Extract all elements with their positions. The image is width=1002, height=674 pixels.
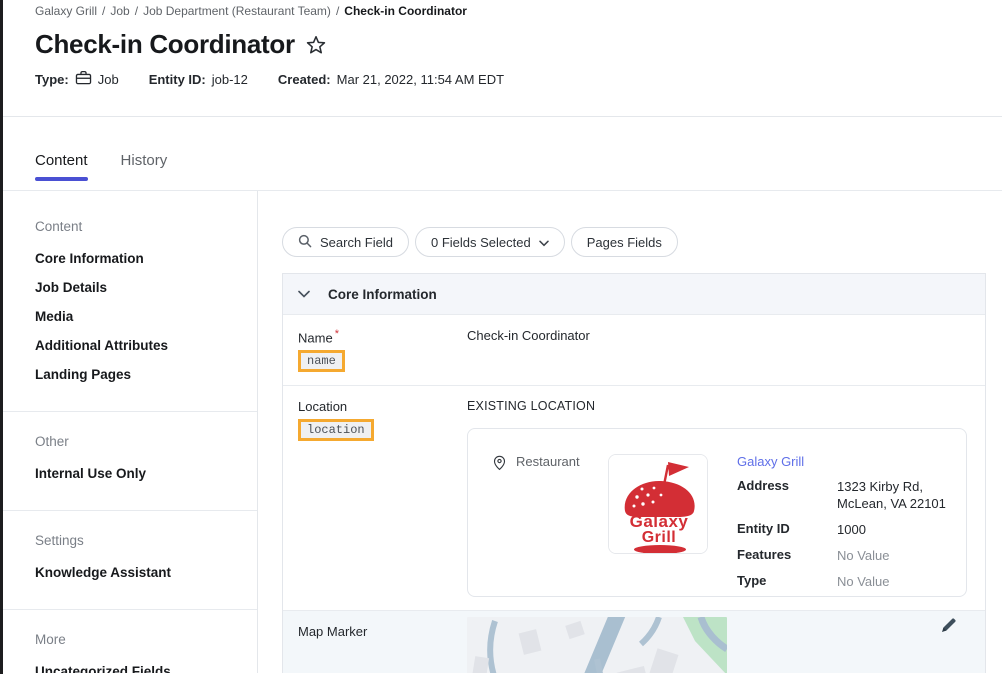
entity-id-value: job-12 [212, 72, 248, 87]
api-name-tag-highlighted: name [298, 350, 345, 372]
chevron-down-icon [539, 235, 549, 250]
field-row-name: Name* name Check-in Coordinator [283, 314, 985, 385]
detail-value-empty: No Value [837, 547, 890, 564]
entity-id-label: Entity ID: [149, 72, 206, 87]
tab-bar: Content History [0, 117, 1002, 191]
core-information-panel: Core Information Name* name Check-in Coo… [282, 273, 986, 673]
map-pin-icon [492, 454, 507, 474]
field-row-map-marker: Map Marker [283, 610, 985, 673]
pencil-icon [940, 622, 957, 637]
detail-row-address: Address 1323 Kirby Rd, McLean, VA 22101 [737, 478, 946, 512]
galaxy-grill-logo: Galaxy Grill [608, 454, 708, 554]
content-main: Search Field 0 Fields Selected Pages Fie… [258, 191, 1002, 673]
created-value: Mar 21, 2022, 11:54 AM EDT [337, 72, 504, 87]
search-icon [298, 234, 312, 251]
detail-label: Type [737, 573, 837, 590]
fields-selected-dropdown[interactable]: 0 Fields Selected [415, 227, 565, 257]
sidebar-section-header: Settings [35, 533, 257, 549]
sidebar-item-job-details[interactable]: Job Details [35, 280, 257, 296]
sidebar-section-header: Other [35, 434, 257, 450]
sidebar-item-knowledge-assistant[interactable]: Knowledge Assistant [35, 565, 257, 581]
tab-content[interactable]: Content [35, 152, 88, 190]
detail-row-entity-id: Entity ID 1000 [737, 521, 946, 538]
breadcrumb-link[interactable]: Galaxy Grill [35, 4, 97, 18]
detail-value: 1323 Kirby Rd, McLean, VA 22101 [837, 478, 946, 512]
field-row-location: Location location EXISTING LOCATION [283, 385, 985, 610]
entity-meta: Type: Job Entity ID: job-12 Created: Mar… [35, 70, 1002, 88]
svg-text:Grill: Grill [642, 529, 677, 546]
detail-row-features: Features No Value [737, 547, 946, 564]
detail-value: 1000 [837, 521, 866, 538]
sidebar-item-additional-attributes[interactable]: Additional Attributes [35, 338, 257, 354]
field-label-name: Name [298, 330, 333, 345]
existing-location-header: EXISTING LOCATION [467, 399, 985, 413]
search-field-button[interactable]: Search Field [282, 227, 409, 257]
page-header: Galaxy Grill / Job / Job Department (Res… [0, 0, 1002, 117]
tab-history[interactable]: History [121, 152, 168, 190]
location-entity-link[interactable]: Galaxy Grill [737, 454, 946, 469]
detail-label: Address [737, 478, 837, 512]
breadcrumb-link[interactable]: Job Department (Restaurant Team) [143, 4, 331, 18]
location-card: Restaurant [467, 428, 967, 597]
sidebar-divider [0, 609, 257, 610]
field-label-location: Location [298, 399, 457, 414]
search-field-label: Search Field [320, 235, 393, 250]
favorite-star-button[interactable] [305, 34, 327, 59]
sidebar-divider [0, 510, 257, 511]
detail-label: Features [737, 547, 837, 564]
sidebar-item-uncategorized-fields[interactable]: Uncategorized Fields [35, 664, 257, 673]
detail-label: Entity ID [737, 521, 837, 538]
detail-row-type: Type No Value [737, 573, 946, 590]
breadcrumb: Galaxy Grill / Job / Job Department (Res… [35, 4, 1002, 18]
briefcase-icon [75, 70, 92, 88]
sidebar-item-landing-pages[interactable]: Landing Pages [35, 367, 257, 383]
core-information-section-toggle[interactable]: Core Information [283, 274, 985, 314]
field-label-map-marker: Map Marker [298, 624, 457, 639]
sidebar-item-core-information[interactable]: Core Information [35, 251, 257, 267]
field-nav-sidebar: Content Core Information Job Details Med… [0, 191, 258, 673]
sidebar-divider [0, 411, 257, 412]
created-label: Created: [278, 72, 331, 87]
field-value-name[interactable]: Check-in Coordinator [467, 315, 985, 385]
edit-map-marker-button[interactable] [940, 616, 957, 638]
breadcrumb-separator: / [102, 4, 105, 18]
sidebar-item-internal-use-only[interactable]: Internal Use Only [35, 466, 257, 482]
pages-fields-label: Pages Fields [587, 235, 662, 250]
map-preview [467, 617, 727, 673]
chevron-down-icon [298, 285, 310, 303]
page-title: Check-in Coordinator [35, 29, 295, 60]
star-icon [305, 34, 327, 59]
location-category: Restaurant [516, 454, 580, 469]
section-title: Core Information [328, 287, 437, 302]
breadcrumb-current: Check-in Coordinator [344, 4, 467, 18]
sidebar-section-header: More [35, 632, 257, 648]
sidebar-section-header: Content [35, 219, 257, 235]
fields-toolbar: Search Field 0 Fields Selected Pages Fie… [282, 227, 986, 257]
breadcrumb-link[interactable]: Job [110, 4, 129, 18]
pages-fields-button[interactable]: Pages Fields [571, 227, 678, 257]
required-indicator: * [335, 328, 339, 340]
api-name-tag-highlighted: location [298, 419, 374, 441]
type-label: Type: [35, 72, 69, 87]
window-left-edge [0, 0, 3, 674]
detail-value-empty: No Value [837, 573, 890, 590]
breadcrumb-separator: / [336, 4, 339, 18]
type-value: Job [98, 72, 119, 87]
sidebar-item-media[interactable]: Media [35, 309, 257, 325]
fields-selected-label: 0 Fields Selected [431, 235, 531, 250]
breadcrumb-separator: / [135, 4, 138, 18]
